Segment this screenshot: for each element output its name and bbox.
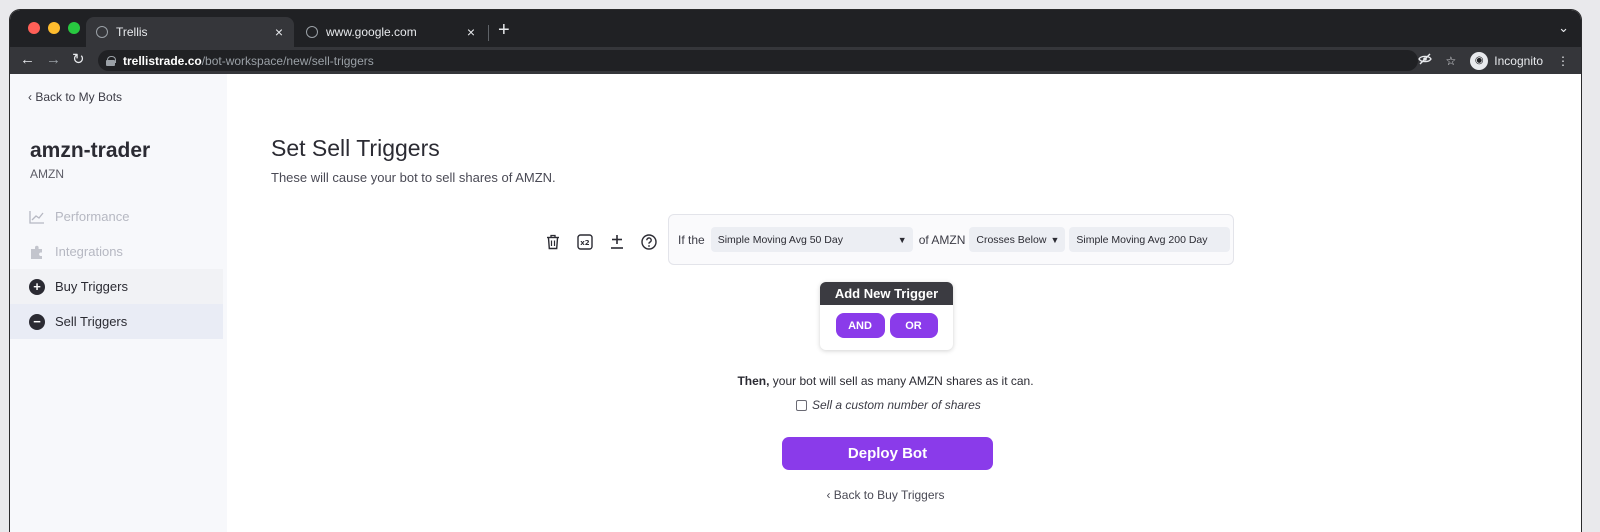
lock-icon [106, 55, 116, 66]
kebab-menu-icon[interactable]: ⋮ [1557, 54, 1569, 68]
target-field[interactable]: Simple Moving Avg 200 Day [1069, 227, 1231, 252]
trigger-row: If the Simple Moving Avg 50 Day ▼ of AMZ… [668, 214, 1234, 265]
custom-shares-option[interactable]: Sell a custom number of shares [796, 398, 981, 412]
trigger-tools: x2 [543, 232, 658, 251]
address-bar[interactable]: trellistrade.co /bot-workspace/new/sell-… [98, 50, 1418, 71]
page-subtitle: These will cause your bot to sell shares… [271, 170, 556, 185]
forward-arrow-icon[interactable]: → [46, 51, 61, 69]
svg-text:x2: x2 [580, 239, 590, 247]
star-icon[interactable]: ☆ [1446, 54, 1457, 68]
tab-trellis[interactable]: Trellis × [86, 17, 294, 47]
or-button[interactable]: OR [889, 313, 938, 338]
sidebar-item-sell-triggers[interactable]: − Sell Triggers [10, 304, 223, 339]
indicator-select[interactable]: Simple Moving Avg 50 Day ▼ [710, 227, 913, 252]
sidebar: ‹ Back to My Bots amzn-trader AMZN Perfo… [10, 74, 227, 532]
tab-title: www.google.com [326, 25, 417, 39]
logic-buttons: AND OR [820, 313, 953, 338]
chevron-down-icon: ▼ [897, 234, 907, 245]
then-label: Then, [737, 374, 770, 388]
tab-title: Trellis [116, 25, 148, 39]
maximize-window-button[interactable] [68, 22, 80, 34]
puzzle-icon [29, 244, 45, 260]
and-button[interactable]: AND [835, 313, 885, 338]
sidebar-item-label: Integrations [55, 244, 123, 259]
globe-icon [306, 26, 318, 38]
then-text: your bot will sell as many AMZN shares a… [769, 374, 1034, 388]
if-label: If the [678, 232, 705, 247]
minus-circle-icon: − [29, 313, 45, 330]
then-statement: Then, your bot will sell as many AMZN sh… [10, 374, 1581, 388]
page-content: ‹ Back to My Bots amzn-trader AMZN Perfo… [10, 74, 1581, 532]
select-value: Simple Moving Avg 50 Day [717, 233, 843, 246]
page-title: Set Sell Triggers [271, 135, 440, 161]
multiply-icon[interactable]: x2 [575, 232, 594, 251]
tab-strip: Trellis × www.google.com × + ⌄ [10, 10, 1581, 47]
bot-name: amzn-trader [30, 139, 151, 162]
custom-shares-checkbox[interactable] [796, 399, 807, 411]
toolbar-actions: ☆ ◉ Incognito ⋮ [1417, 47, 1581, 74]
globe-icon [96, 26, 108, 38]
tab-google[interactable]: www.google.com × [296, 17, 486, 47]
custom-shares-label: Sell a custom number of shares [812, 398, 981, 412]
sidebar-item-buy-triggers[interactable]: + Buy Triggers [10, 269, 223, 304]
close-window-button[interactable] [28, 22, 40, 34]
back-to-buy-triggers-link[interactable]: ‹ Back to Buy Triggers [10, 488, 1581, 502]
help-icon[interactable] [639, 232, 658, 251]
sidebar-item-performance[interactable]: Performance [10, 199, 223, 234]
tab-divider [488, 25, 489, 41]
select-value: Crosses Below [976, 233, 1047, 246]
add-trigger-panel: Add New Trigger AND OR [820, 282, 953, 350]
trash-icon[interactable] [543, 232, 562, 251]
minimize-window-button[interactable] [48, 22, 60, 34]
url-host: trellistrade.co [123, 53, 202, 68]
close-tab-icon[interactable]: × [462, 24, 480, 40]
back-arrow-icon[interactable]: ← [20, 51, 35, 69]
eye-slash-icon[interactable] [1417, 52, 1432, 69]
back-to-bots-link[interactable]: ‹ Back to My Bots [28, 90, 122, 104]
url-path: /bot-workspace/new/sell-triggers [201, 53, 374, 68]
new-tab-button[interactable]: + [498, 20, 510, 40]
tab-search-chevron-icon[interactable]: ⌄ [1558, 20, 1569, 36]
browser-window: Trellis × www.google.com × + ⌄ ← → ↻ tre… [10, 10, 1581, 532]
plus-circle-icon: + [29, 278, 45, 295]
reload-icon[interactable]: ↻ [72, 51, 85, 69]
sidebar-item-label: Buy Triggers [55, 279, 128, 294]
add-trigger-heading: Add New Trigger [820, 282, 953, 305]
chart-line-icon [29, 209, 45, 225]
close-tab-icon[interactable]: × [270, 24, 288, 40]
window-controls [28, 22, 80, 34]
sidebar-item-integrations[interactable]: Integrations [10, 234, 223, 269]
profile-label: Incognito [1494, 53, 1543, 68]
incognito-icon: ◉ [1470, 51, 1489, 70]
chevron-down-icon: ▼ [1050, 234, 1060, 245]
plus-minus-icon[interactable] [607, 232, 626, 251]
bot-ticker: AMZN [30, 167, 64, 181]
sidebar-item-label: Sell Triggers [55, 314, 128, 329]
deploy-bot-button[interactable]: Deploy Bot [782, 437, 993, 470]
incognito-profile-button[interactable]: ◉ Incognito [1470, 51, 1543, 70]
sidebar-item-label: Performance [55, 209, 130, 224]
field-value: Simple Moving Avg 200 Day [1076, 233, 1208, 246]
browser-toolbar: ← → ↻ trellistrade.co /bot-workspace/new… [10, 47, 1581, 74]
of-ticker-label: of AMZN [918, 232, 966, 247]
condition-select[interactable]: Crosses Below ▼ [969, 227, 1066, 252]
